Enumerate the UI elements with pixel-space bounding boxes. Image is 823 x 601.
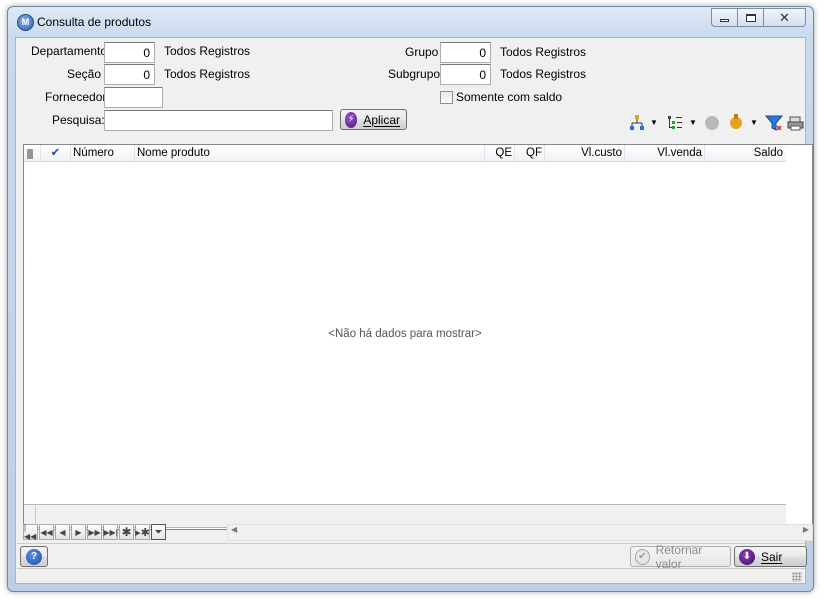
- printer-icon[interactable]: [787, 114, 805, 132]
- resize-grip-icon[interactable]: [792, 572, 802, 582]
- list-tree-icon[interactable]: [666, 114, 684, 132]
- scroll-right-icon[interactable]: ▶: [803, 525, 809, 534]
- first-record-icon[interactable]: |◀◀: [23, 523, 38, 541]
- departamento-desc: Todos Registros: [164, 44, 251, 58]
- subgrupo-field[interactable]: 0: [440, 64, 491, 85]
- insert-record-icon[interactable]: ✱: [119, 524, 134, 540]
- aplicar-button[interactable]: ⚡ Aplicar: [340, 109, 407, 130]
- products-grid[interactable]: ✔ Número Nome produto QE QF Vl.custo Vl.…: [23, 144, 813, 530]
- secao-label: Seção: [67, 67, 102, 81]
- somente-saldo-label[interactable]: Somente com saldo: [456, 90, 562, 104]
- window-title: Consulta de produtos: [37, 15, 152, 29]
- select-check-icon[interactable]: ✔: [41, 145, 71, 162]
- col-vl-custo[interactable]: Vl.custo: [545, 145, 625, 162]
- fornecedor-field[interactable]: [104, 87, 163, 108]
- retornar-valor-button[interactable]: ✔ Retornar valor: [630, 543, 731, 571]
- col-numero[interactable]: Número: [71, 145, 135, 162]
- app-logo-icon: M: [17, 14, 34, 31]
- filter-icon[interactable]: [765, 114, 783, 132]
- help-button[interactable]: ?: [20, 546, 48, 567]
- exit-arrow-icon: ⬇: [739, 548, 755, 565]
- grid-header: ✔ Número Nome produto QE QF Vl.custo Vl.…: [24, 145, 786, 162]
- retornar-valor-label: Retornar valor: [655, 542, 703, 571]
- main-window: M Consulta de produtos ✕ Departamento 0 …: [7, 6, 814, 592]
- col-qe[interactable]: QE: [485, 145, 515, 162]
- prev-page-icon[interactable]: ◀◀: [39, 524, 54, 540]
- pesquisa-label: Pesquisa:: [52, 113, 105, 127]
- status-bar: [17, 568, 805, 584]
- maximize-button[interactable]: [737, 8, 764, 27]
- bulb-icon[interactable]: [727, 113, 745, 131]
- empty-grid-message: <Não há dados para mostrar>: [328, 328, 482, 340]
- lightning-icon: ⚡: [345, 111, 358, 128]
- fornecedor-label: Fornecedor: [45, 90, 107, 104]
- filter-nav-icon[interactable]: ⏷: [151, 524, 166, 540]
- vertical-scrollbar[interactable]: [786, 145, 812, 529]
- minimize-icon: [720, 19, 729, 22]
- record-navigator: |◀◀ ◀◀ ◀ ▶ ▶▶ ▶▶| ✱ ▸✱ ⏷: [23, 523, 167, 541]
- sair-label: Sair: [761, 549, 783, 564]
- caption-buttons: ✕: [711, 8, 806, 27]
- check-icon: ✔: [635, 548, 650, 565]
- departamento-field[interactable]: 0: [104, 42, 155, 63]
- grupo-desc: Todos Registros: [500, 45, 587, 59]
- minimize-button[interactable]: [711, 8, 738, 27]
- grupo-field[interactable]: 0: [440, 42, 491, 63]
- help-icon: ?: [26, 548, 42, 565]
- next-page-icon[interactable]: ▶▶: [87, 524, 102, 540]
- prev-record-icon[interactable]: ◀: [55, 524, 70, 540]
- list-tree-dropdown-icon[interactable]: ▼: [689, 118, 697, 127]
- last-record-icon[interactable]: ▶▶|: [103, 524, 118, 540]
- title-bar[interactable]: M Consulta de produtos ✕: [8, 7, 813, 37]
- scroll-left-icon[interactable]: ◀: [231, 525, 237, 534]
- bulb-dropdown-icon[interactable]: ▼: [750, 118, 758, 127]
- col-nome-produto[interactable]: Nome produto: [135, 145, 485, 162]
- departamento-label: Departamento: [31, 44, 108, 58]
- next-record-icon[interactable]: ▶: [71, 524, 86, 540]
- somente-saldo-checkbox[interactable]: [440, 91, 453, 104]
- pesquisa-input[interactable]: [104, 110, 333, 131]
- secao-field[interactable]: 0: [104, 64, 155, 85]
- aplicar-label: Aplicar: [363, 112, 400, 127]
- hierarchy-icon[interactable]: [628, 114, 646, 132]
- hierarchy-dropdown-icon[interactable]: ▼: [650, 118, 658, 127]
- col-qf[interactable]: QF: [515, 145, 545, 162]
- sair-button[interactable]: ⬇ Sair: [734, 546, 807, 567]
- subgrupo-desc: Todos Registros: [500, 67, 587, 81]
- column-chooser-icon[interactable]: [24, 145, 41, 162]
- horizontal-scrollbar[interactable]: ◀ ▶: [227, 524, 813, 541]
- circle-icon[interactable]: [703, 114, 721, 132]
- col-vl-venda[interactable]: Vl.venda: [625, 145, 705, 162]
- grupo-label: Grupo: [405, 45, 439, 59]
- secao-desc: Todos Registros: [164, 67, 251, 81]
- col-saldo[interactable]: Saldo: [705, 145, 785, 162]
- append-record-icon[interactable]: ▸✱: [135, 524, 150, 540]
- subgrupo-label: Subgrupo: [388, 67, 441, 81]
- close-button[interactable]: ✕: [763, 8, 806, 27]
- client-area: Departamento 0 Todos Registros Grupo 0 T…: [15, 37, 813, 584]
- close-icon: ✕: [779, 9, 790, 25]
- maximize-icon: [745, 13, 756, 22]
